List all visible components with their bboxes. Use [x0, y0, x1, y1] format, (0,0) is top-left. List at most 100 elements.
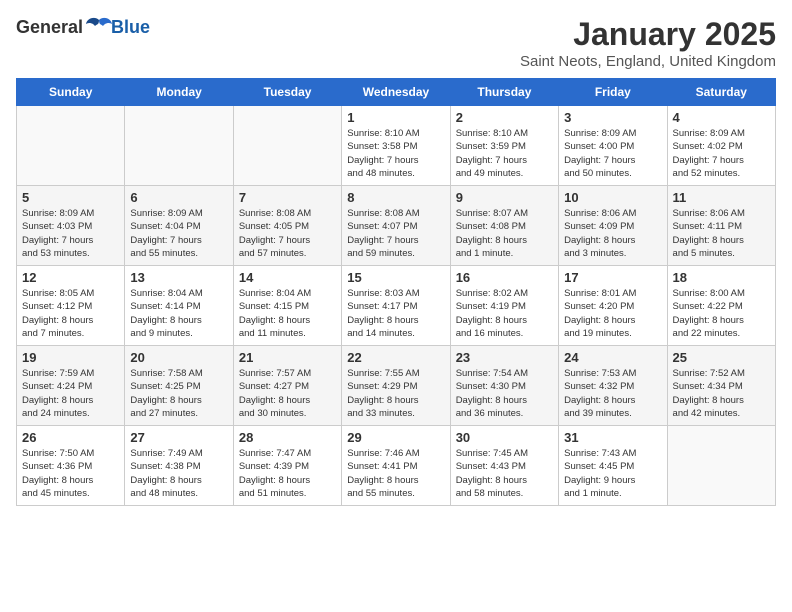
day-number: 10: [564, 190, 661, 205]
calendar-cell: 19 Sunrise: 7:59 AMSunset: 4:24 PMDayligh…: [17, 346, 125, 426]
day-number: 18: [673, 270, 770, 285]
day-number: 7: [239, 190, 336, 205]
day-number: 28: [239, 430, 336, 445]
day-info: Sunrise: 8:02 AMSunset: 4:19 PMDaylight:…: [456, 287, 553, 340]
day-info: Sunrise: 8:09 AMSunset: 4:00 PMDaylight:…: [564, 127, 661, 180]
logo-bird-icon: [85, 16, 113, 38]
day-number: 21: [239, 350, 336, 365]
logo-blue-text: Blue: [111, 17, 150, 38]
day-info: Sunrise: 8:04 AMSunset: 4:14 PMDaylight:…: [130, 287, 227, 340]
week-row-0: 1Sunrise: 8:10 AMSunset: 3:58 PMDaylight…: [17, 106, 776, 186]
day-info: Sunrise: 8:08 AMSunset: 4:07 PMDaylight:…: [347, 207, 444, 260]
day-info: Sunrise: 7:59 AMSunset: 4:24 PMDaylight:…: [22, 367, 119, 420]
weekday-header-thursday: Thursday: [450, 79, 558, 106]
calendar-cell: 24 Sunrise: 7:53 AMSunset: 4:32 PMDayligh…: [559, 346, 667, 426]
weekday-header-monday: Monday: [125, 79, 233, 106]
day-info: Sunrise: 7:49 AMSunset: 4:38 PMDaylight:…: [130, 447, 227, 500]
day-info: Sunrise: 8:05 AMSunset: 4:12 PMDaylight:…: [22, 287, 119, 340]
weekday-header-wednesday: Wednesday: [342, 79, 450, 106]
calendar-cell: 28 Sunrise: 7:47 AMSunset: 4:39 PMDayligh…: [233, 426, 341, 506]
day-number: 3: [564, 110, 661, 125]
day-number: 14: [239, 270, 336, 285]
day-number: 17: [564, 270, 661, 285]
weekday-header-saturday: Saturday: [667, 79, 775, 106]
logo: General Blue: [16, 16, 150, 38]
day-info: Sunrise: 7:58 AMSunset: 4:25 PMDaylight:…: [130, 367, 227, 420]
day-info: Sunrise: 8:00 AMSunset: 4:22 PMDaylight:…: [673, 287, 770, 340]
logo-general-text: General: [16, 17, 83, 38]
day-info: Sunrise: 7:50 AMSunset: 4:36 PMDaylight:…: [22, 447, 119, 500]
day-info: Sunrise: 7:57 AMSunset: 4:27 PMDaylight:…: [239, 367, 336, 420]
day-number: 4: [673, 110, 770, 125]
calendar-cell: 1Sunrise: 8:10 AMSunset: 3:58 PMDaylight…: [342, 106, 450, 186]
calendar-subtitle: Saint Neots, England, United Kingdom: [520, 53, 776, 70]
calendar-cell: 14 Sunrise: 8:04 AMSunset: 4:15 PMDayligh…: [233, 266, 341, 346]
day-info: Sunrise: 7:52 AMSunset: 4:34 PMDaylight:…: [673, 367, 770, 420]
calendar-cell: [233, 106, 341, 186]
day-number: 11: [673, 190, 770, 205]
day-info: Sunrise: 8:09 AMSunset: 4:02 PMDaylight:…: [673, 127, 770, 180]
calendar-cell: 25 Sunrise: 7:52 AMSunset: 4:34 PMDayligh…: [667, 346, 775, 426]
day-number: 6: [130, 190, 227, 205]
day-info: Sunrise: 8:08 AMSunset: 4:05 PMDaylight:…: [239, 207, 336, 260]
week-row-3: 19 Sunrise: 7:59 AMSunset: 4:24 PMDayligh…: [17, 346, 776, 426]
calendar-cell: 12Sunrise: 8:05 AMSunset: 4:12 PMDayligh…: [17, 266, 125, 346]
calendar-title: January 2025: [520, 16, 776, 53]
weekday-header-sunday: Sunday: [17, 79, 125, 106]
calendar-cell: 16 Sunrise: 8:02 AMSunset: 4:19 PMDayligh…: [450, 266, 558, 346]
title-area: January 2025 Saint Neots, England, Unite…: [520, 16, 776, 70]
day-number: 5: [22, 190, 119, 205]
week-row-1: 5Sunrise: 8:09 AMSunset: 4:03 PMDaylight…: [17, 186, 776, 266]
day-info: Sunrise: 8:07 AMSunset: 4:08 PMDaylight:…: [456, 207, 553, 260]
calendar-table: SundayMondayTuesdayWednesdayThursdayFrid…: [16, 78, 776, 506]
day-info: Sunrise: 7:53 AMSunset: 4:32 PMDaylight:…: [564, 367, 661, 420]
day-number: 30: [456, 430, 553, 445]
calendar-cell: 2 Sunrise: 8:10 AMSunset: 3:59 PMDaylight…: [450, 106, 558, 186]
calendar-cell: 8Sunrise: 8:08 AMSunset: 4:07 PMDaylight…: [342, 186, 450, 266]
day-info: Sunrise: 7:43 AMSunset: 4:45 PMDaylight:…: [564, 447, 661, 500]
day-number: 26: [22, 430, 119, 445]
day-info: Sunrise: 8:10 AMSunset: 3:59 PMDaylight:…: [456, 127, 553, 180]
day-number: 15: [347, 270, 444, 285]
calendar-cell: 23Sunrise: 7:54 AMSunset: 4:30 PMDayligh…: [450, 346, 558, 426]
day-info: Sunrise: 8:01 AMSunset: 4:20 PMDaylight:…: [564, 287, 661, 340]
calendar-cell: 10Sunrise: 8:06 AMSunset: 4:09 PMDayligh…: [559, 186, 667, 266]
week-row-4: 26 Sunrise: 7:50 AMSunset: 4:36 PMDayligh…: [17, 426, 776, 506]
day-info: Sunrise: 7:47 AMSunset: 4:39 PMDaylight:…: [239, 447, 336, 500]
day-number: 25: [673, 350, 770, 365]
calendar-cell: 20 Sunrise: 7:58 AMSunset: 4:25 PMDayligh…: [125, 346, 233, 426]
calendar-cell: [17, 106, 125, 186]
day-info: Sunrise: 8:03 AMSunset: 4:17 PMDaylight:…: [347, 287, 444, 340]
day-number: 22: [347, 350, 444, 365]
calendar-cell: 3 Sunrise: 8:09 AMSunset: 4:00 PMDaylight…: [559, 106, 667, 186]
day-number: 31: [564, 430, 661, 445]
day-info: Sunrise: 8:04 AMSunset: 4:15 PMDaylight:…: [239, 287, 336, 340]
calendar-cell: 30Sunrise: 7:45 AMSunset: 4:43 PMDayligh…: [450, 426, 558, 506]
day-info: Sunrise: 7:55 AMSunset: 4:29 PMDaylight:…: [347, 367, 444, 420]
calendar-cell: 13 Sunrise: 8:04 AMSunset: 4:14 PMDayligh…: [125, 266, 233, 346]
calendar-cell: 7 Sunrise: 8:08 AMSunset: 4:05 PMDaylight…: [233, 186, 341, 266]
calendar-cell: 29Sunrise: 7:46 AMSunset: 4:41 PMDayligh…: [342, 426, 450, 506]
day-number: 13: [130, 270, 227, 285]
day-number: 24: [564, 350, 661, 365]
week-row-2: 12Sunrise: 8:05 AMSunset: 4:12 PMDayligh…: [17, 266, 776, 346]
weekday-header-tuesday: Tuesday: [233, 79, 341, 106]
day-number: 2: [456, 110, 553, 125]
weekday-header-friday: Friday: [559, 79, 667, 106]
calendar-cell: 15 Sunrise: 8:03 AMSunset: 4:17 PMDayligh…: [342, 266, 450, 346]
calendar-cell: [125, 106, 233, 186]
calendar-cell: 5Sunrise: 8:09 AMSunset: 4:03 PMDaylight…: [17, 186, 125, 266]
day-number: 29: [347, 430, 444, 445]
calendar-cell: 9Sunrise: 8:07 AMSunset: 4:08 PMDaylight…: [450, 186, 558, 266]
day-number: 19: [22, 350, 119, 365]
calendar-cell: 6 Sunrise: 8:09 AMSunset: 4:04 PMDaylight…: [125, 186, 233, 266]
day-number: 20: [130, 350, 227, 365]
calendar-cell: 27 Sunrise: 7:49 AMSunset: 4:38 PMDayligh…: [125, 426, 233, 506]
day-info: Sunrise: 8:10 AMSunset: 3:58 PMDaylight:…: [347, 127, 444, 180]
calendar-cell: [667, 426, 775, 506]
day-number: 23: [456, 350, 553, 365]
day-info: Sunrise: 8:06 AMSunset: 4:11 PMDaylight:…: [673, 207, 770, 260]
day-number: 16: [456, 270, 553, 285]
day-number: 27: [130, 430, 227, 445]
day-info: Sunrise: 8:09 AMSunset: 4:04 PMDaylight:…: [130, 207, 227, 260]
